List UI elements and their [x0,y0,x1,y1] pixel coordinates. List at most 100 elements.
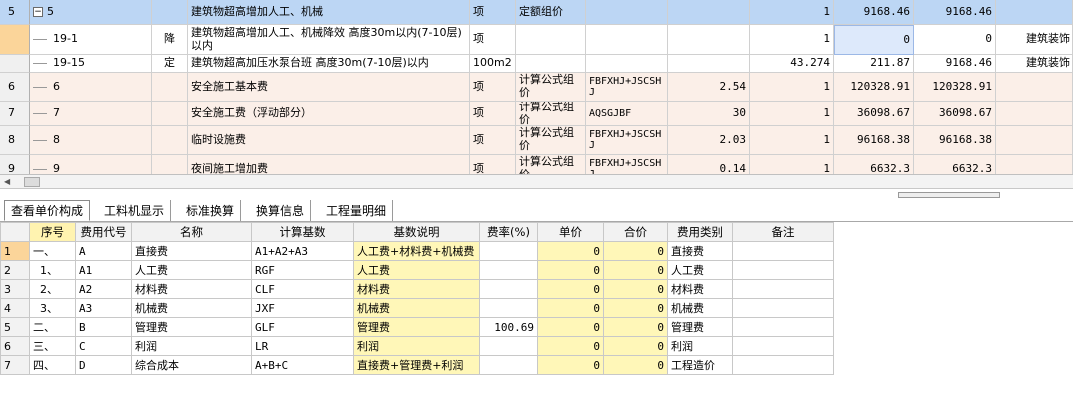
row-number[interactable]: 5 [0,317,30,337]
item-unit[interactable]: 项 [470,126,516,155]
row-number[interactable]: 6 [0,336,30,356]
cell-seq[interactable]: 二、 [29,317,76,337]
item-unit[interactable]: 项 [470,102,516,126]
cell-base[interactable]: JXF [251,298,354,318]
cell-price[interactable]: 0 [537,241,604,261]
item-unit-price[interactable]: 36098.67 [834,102,914,126]
cell-base[interactable]: GLF [251,317,354,337]
item-kind[interactable] [152,73,188,102]
cell-category[interactable]: 人工费 [667,260,733,280]
item-total[interactable]: 6632.3 [914,155,996,174]
cell-note[interactable] [732,241,834,261]
item-pricing-method[interactable]: 定额组价 [516,0,586,25]
cell-rate[interactable] [479,279,538,299]
tab-quantity-details[interactable]: 工程量明细 [320,200,394,221]
item-basis[interactable] [586,0,668,25]
item-name[interactable]: 安全施工基本费 [188,73,470,102]
item-pricing-method[interactable]: 计算公式组价 [516,155,586,174]
item-specialty[interactable] [996,102,1073,126]
cell-code[interactable]: B [75,317,132,337]
item-total[interactable]: 96168.38 [914,126,996,155]
cell-name[interactable]: 机械费 [131,298,252,318]
item-rate[interactable] [668,55,750,73]
cell-rate[interactable] [479,241,538,261]
row-number[interactable]: 7 [0,102,30,126]
table-row[interactable]: 5 二、 B 管理费 GLF 管理费 100.69 0 0 管理费 [0,317,834,337]
table-row[interactable]: 8 8 临时设施费 项 计算公式组价 FBFXHJ+JSCSHJ 2.03 1 … [0,126,1073,155]
item-kind[interactable] [152,0,188,25]
cell-price[interactable]: 0 [537,355,604,375]
item-total[interactable]: 9168.46 [914,55,996,73]
cell-category[interactable]: 机械费 [667,298,733,318]
item-pricing-method[interactable]: 计算公式组价 [516,126,586,155]
table-row[interactable]: 7 7 安全施工费（浮动部分） 项 计算公式组价 AQSGJBF 30 1 36… [0,102,1073,126]
item-rate[interactable]: 30 [668,102,750,126]
tab-labor-material-machine[interactable]: 工料机显示 [98,200,172,221]
item-total[interactable]: 9168.46 [914,0,996,25]
cell-seq[interactable]: 四、 [29,355,76,375]
header-price[interactable]: 单价 [537,222,604,242]
table-row[interactable]: 9 9 夜间施工增加费 项 计算公式组价 FBFXHJ+JSCSHJ 0.14 … [0,155,1073,174]
item-specialty[interactable] [996,126,1073,155]
item-rate[interactable]: 2.54 [668,73,750,102]
header-category[interactable]: 费用类别 [667,222,733,242]
item-kind[interactable]: 降 [152,25,188,55]
item-specialty[interactable] [996,73,1073,102]
item-quantity[interactable]: 1 [750,73,834,102]
cell-seq[interactable]: 3、 [29,298,76,318]
cell-base[interactable]: RGF [251,260,354,280]
scroll-left-icon[interactable]: ◀ [4,177,14,187]
header-base-desc[interactable]: 基数说明 [353,222,480,242]
header-code[interactable]: 费用代号 [75,222,132,242]
table-row[interactable]: 4 3、 A3 机械费 JXF 机械费 0 0 机械费 [0,298,834,318]
row-number[interactable]: 8 [0,126,30,155]
item-rate[interactable] [668,25,750,55]
cell-base-desc[interactable]: 人工费+材料费+机械费 [353,241,480,261]
item-kind[interactable] [152,126,188,155]
cell-base[interactable]: LR [251,336,354,356]
cell-price[interactable]: 0 [537,336,604,356]
item-basis[interactable]: AQSGJBF [586,102,668,126]
tab-unit-price-composition[interactable]: 查看单价构成 [4,200,91,221]
cell-note[interactable] [732,279,834,299]
item-name[interactable]: 安全施工费（浮动部分） [188,102,470,126]
table-row[interactable]: 5 − 5 建筑物超高增加人工、机械 项 定额组价 1 9168.46 9168… [0,0,1073,25]
cell-name[interactable]: 直接费 [131,241,252,261]
cell-note[interactable] [732,298,834,318]
item-specialty[interactable] [996,155,1073,174]
cell-code[interactable]: D [75,355,132,375]
header-name[interactable]: 名称 [131,222,252,242]
item-name[interactable]: 建筑物超高加压水泵台班 高度30m(7-10层)以内 [188,55,470,73]
cell-category[interactable]: 利润 [667,336,733,356]
item-kind[interactable]: 定 [152,55,188,73]
item-total[interactable]: 0 [914,25,996,55]
item-unit[interactable]: 项 [470,73,516,102]
cell-code[interactable]: A3 [75,298,132,318]
item-unit[interactable]: 项 [470,0,516,25]
cell-price[interactable]: 0 [537,317,604,337]
table-row[interactable]: 2 1、 A1 人工费 RGF 人工费 0 0 人工费 [0,260,834,280]
item-basis[interactable]: FBFXHJ+JSCSHJ [586,73,668,102]
cell-seq[interactable]: 一、 [29,241,76,261]
item-code[interactable]: 7 [30,102,152,126]
item-total[interactable]: 36098.67 [914,102,996,126]
header-total[interactable]: 合价 [603,222,668,242]
cell-base-desc[interactable]: 利润 [353,336,480,356]
row-number[interactable]: 2 [0,260,30,280]
cell-category[interactable]: 材料费 [667,279,733,299]
cell-note[interactable] [732,317,834,337]
cell-note[interactable] [732,355,834,375]
item-quantity[interactable]: 1 [750,25,834,55]
cell-category[interactable]: 管理费 [667,317,733,337]
table-row[interactable]: 6 三、 C 利润 LR 利润 0 0 利润 [0,336,834,356]
row-number[interactable] [0,55,30,73]
tab-standard-conversion[interactable]: 标准换算 [180,200,242,221]
tab-conversion-info[interactable]: 换算信息 [250,200,312,221]
cell-name[interactable]: 利润 [131,336,252,356]
cell-total[interactable]: 0 [603,279,668,299]
cell-code[interactable]: A1 [75,260,132,280]
row-number[interactable]: 1 [0,241,30,261]
cell-category[interactable]: 直接费 [667,241,733,261]
item-name[interactable]: 临时设施费 [188,126,470,155]
item-unit[interactable]: 项 [470,25,516,55]
